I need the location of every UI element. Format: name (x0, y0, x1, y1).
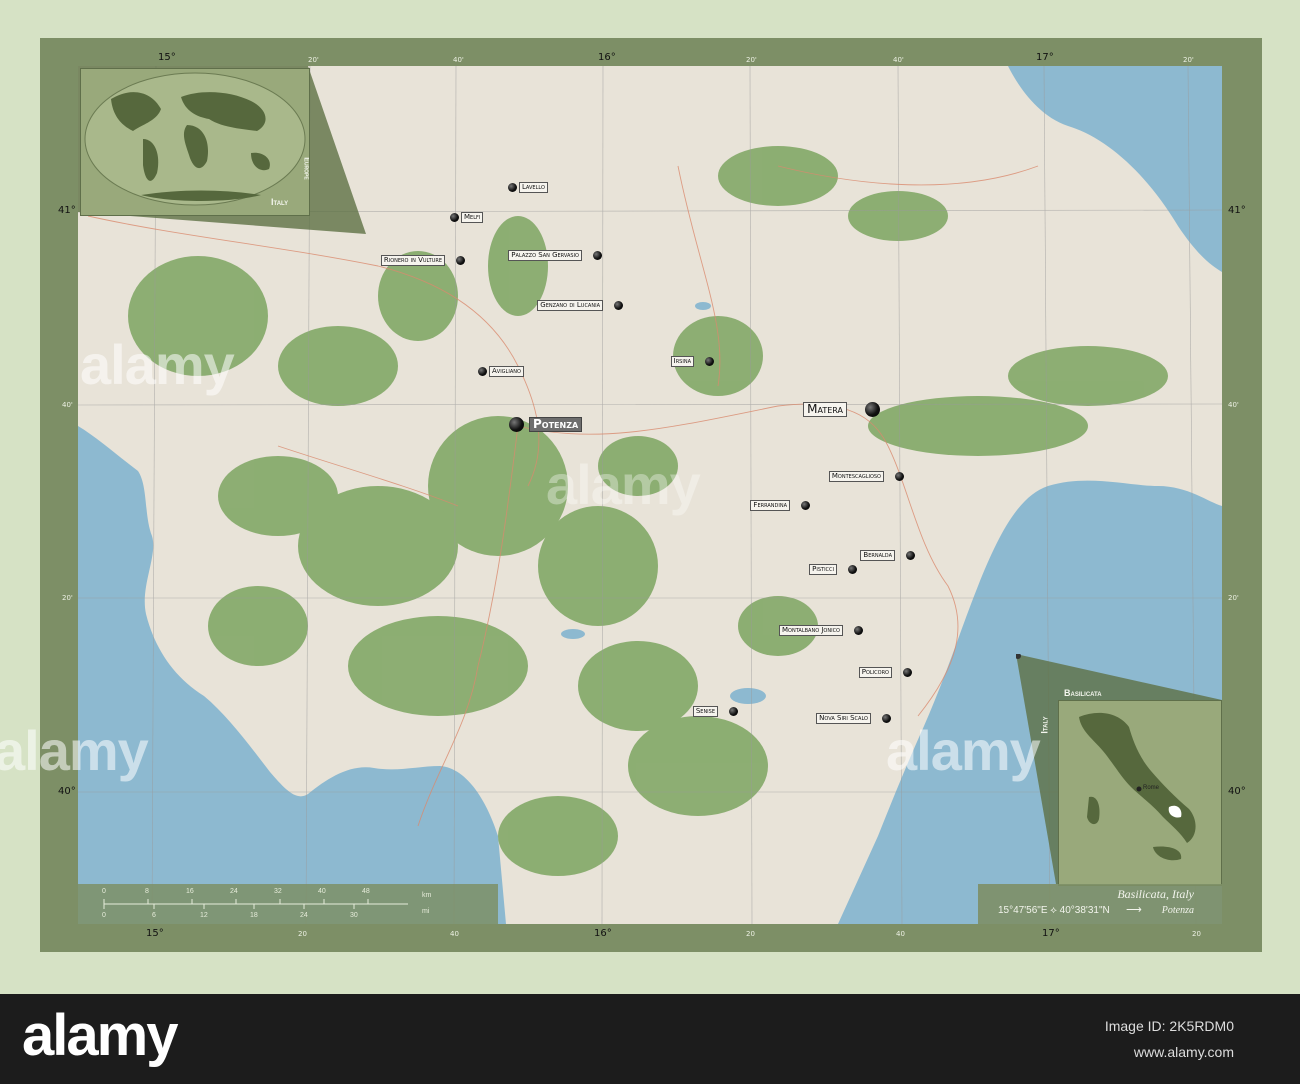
mi-label: 18 (250, 912, 258, 919)
bottom-tick-label: 20 (746, 930, 755, 938)
world-globe (84, 72, 306, 206)
city-dot-icon (614, 301, 623, 310)
arrow-icon: ⟶ (1126, 904, 1142, 916)
city-dot-icon (848, 565, 857, 574)
city-dot-icon (895, 472, 904, 481)
italy-inset: Basilicata Rome (1058, 700, 1222, 886)
scale-lines (103, 899, 408, 909)
city-dot-icon (801, 501, 810, 510)
city-label: Ferrandina (750, 500, 790, 511)
watermark: alamy (546, 453, 701, 516)
city-label: Lavello (519, 182, 548, 193)
mi-unit: mi (422, 908, 430, 915)
image-id: Image ID: 2K5RDM0 (1104, 1018, 1234, 1034)
city-dot-icon (593, 251, 602, 260)
bottom-tick-label: 40 (450, 930, 459, 938)
alamy-logo[interactable]: alamy (22, 1002, 178, 1069)
city-dot-icon (729, 707, 738, 716)
km-label: 32 (274, 888, 282, 895)
right-tick-label: 40° (1228, 786, 1246, 797)
city-dot-icon (478, 367, 487, 376)
basilicata-inset-label: Basilicata (1064, 688, 1102, 698)
top-tick-label: 16° (598, 52, 616, 63)
top-tick-label: 40' (893, 56, 904, 64)
city-dot-icon (903, 668, 912, 677)
city-label: Nova Siri Scalo (816, 713, 871, 724)
world-inset: Italy Europe (80, 68, 310, 216)
top-tick-label: 20' (1183, 56, 1194, 64)
mi-label: 0 (102, 912, 106, 919)
km-label: 40 (318, 888, 326, 895)
watermark: alamy (80, 333, 235, 396)
top-tick-label: 17° (1036, 52, 1054, 63)
city-label: Bernalda (860, 550, 895, 561)
km-label: 8 (145, 888, 149, 895)
bottom-tick-label: 20 (1192, 930, 1201, 938)
km-label: 16 (186, 888, 194, 895)
city-label: Montalbano Jonico (779, 625, 843, 636)
top-tick-label: 15° (158, 52, 176, 63)
capital-label: Matera (803, 402, 847, 417)
city-dot-icon (508, 183, 517, 192)
bottom-tick-label: 20 (298, 930, 307, 938)
top-tick-label: 40' (453, 56, 464, 64)
mi-label: 24 (300, 912, 308, 919)
city-label: Montescaglioso (828, 471, 884, 482)
left-tick-label: 40° (58, 786, 76, 797)
left-tick-label: 20' (62, 594, 73, 602)
capital-dot-icon (865, 402, 880, 417)
map-subtitle: Basilicata, Italy (1117, 887, 1194, 901)
bottom-tick-label: 16° (594, 928, 612, 939)
watermark: alamy (0, 719, 149, 782)
info-box: Basilicata, Italy 15°47'56"E ⟡ 40°38'31"… (978, 884, 1222, 924)
capital-direction-label: Potenza (1161, 905, 1194, 916)
top-tick-label: 20' (308, 56, 319, 64)
left-tick-label: 40' (62, 401, 73, 409)
italy-shape (1079, 712, 1196, 861)
bottom-tick-label: 17° (1042, 928, 1060, 939)
world-inset-rotated-label: Europe (302, 157, 310, 180)
city-label: Senise (692, 706, 718, 717)
city-label: Rionero in Vulture (380, 255, 445, 266)
bottom-tick-label: 40 (896, 930, 905, 938)
italy-rotated-label: Italy (1039, 716, 1050, 734)
city-label: Pisticci (809, 564, 837, 575)
watermark: alamy (886, 719, 1041, 782)
left-tick-label: 41° (58, 205, 76, 216)
city-label: Irsina (670, 356, 694, 367)
city-dot-icon (705, 357, 714, 366)
km-label: 0 (102, 888, 106, 895)
bottom-tick-label: 15° (146, 928, 164, 939)
capital-dot-icon (509, 417, 524, 432)
mi-label: 12 (200, 912, 208, 919)
city-dot-icon (450, 213, 459, 222)
rome-label: Rome (1143, 785, 1160, 791)
right-tick-label: 41° (1228, 205, 1246, 216)
city-dot-icon (854, 626, 863, 635)
scale-bar: 0 8 16 24 32 40 48 km 0 6 12 18 24 30 mi (78, 884, 498, 924)
mi-label: 6 (152, 912, 156, 919)
km-label: 48 (362, 888, 370, 895)
city-label: Avigliano (489, 366, 524, 377)
site-url[interactable]: www.alamy.com (1134, 1044, 1234, 1060)
top-tick-label: 20' (746, 56, 757, 64)
right-tick-label: 40' (1228, 401, 1239, 409)
km-unit: km (422, 892, 432, 899)
world-inset-label: Italy (271, 197, 289, 207)
footer-bar (0, 994, 1300, 1084)
coordinates: 15°47'56"E ⟡ 40°38'31"N (998, 905, 1110, 916)
city-label: Policoro (858, 667, 892, 678)
city-label: Melfi (461, 212, 484, 223)
city-dot-icon (456, 256, 465, 265)
mi-label: 30 (350, 912, 358, 919)
city-label: Palazzo San Gervasio (508, 250, 582, 261)
city-label: Genzano di Lucania (537, 300, 603, 311)
capital-label: Potenza (529, 417, 583, 432)
city-dot-icon (906, 551, 915, 560)
km-label: 24 (230, 888, 238, 895)
right-tick-label: 20' (1228, 594, 1239, 602)
